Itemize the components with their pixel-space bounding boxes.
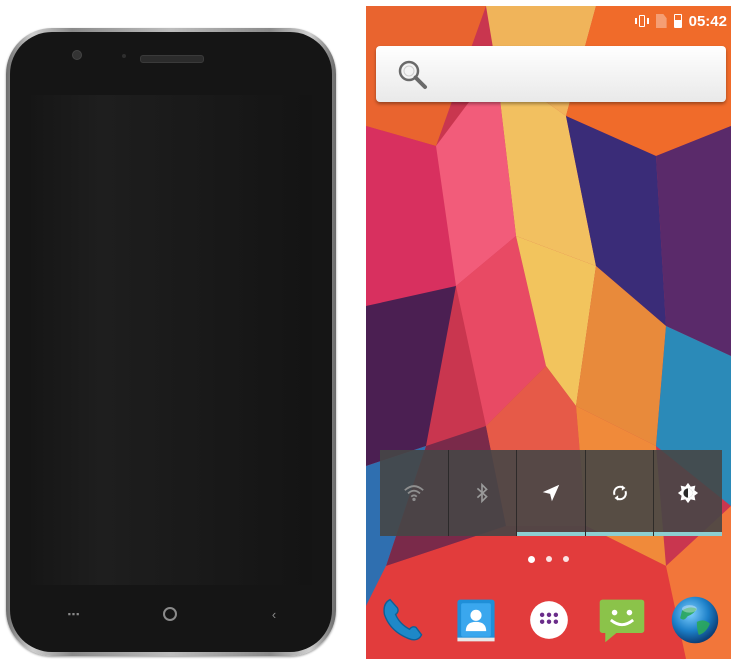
- back-key[interactable]: ‹: [262, 606, 286, 622]
- brightness-enabled-indicator: [654, 532, 722, 536]
- status-clock: 05:42: [688, 12, 727, 30]
- phone-app[interactable]: [375, 592, 431, 648]
- battery-icon: [673, 14, 682, 28]
- android-home-screen: 05:42: [366, 6, 731, 659]
- proximity-sensor: [122, 54, 126, 58]
- no-sim-icon: [655, 14, 667, 28]
- sync-icon: [612, 485, 627, 501]
- contacts-icon: [456, 599, 495, 642]
- wifi-toggle[interactable]: [380, 450, 449, 536]
- menu-key[interactable]: ▪▪▪: [62, 606, 86, 622]
- page-dot: [563, 556, 569, 562]
- messaging-icon: [599, 599, 644, 643]
- bluetooth-toggle[interactable]: [449, 450, 518, 536]
- quick-settings-widget: [380, 450, 722, 536]
- page-dot: [546, 556, 552, 562]
- contacts-app[interactable]: [448, 592, 504, 648]
- page-dot: [528, 556, 535, 563]
- brightness-icon: [678, 482, 699, 504]
- phone-screen-off: [31, 95, 312, 585]
- earpiece-speaker: [140, 55, 204, 63]
- messaging-app[interactable]: [594, 592, 650, 648]
- location-icon: [542, 484, 560, 502]
- wifi-icon: [404, 485, 424, 502]
- status-bar: 05:42: [366, 6, 731, 36]
- bluetooth-icon: [477, 482, 489, 504]
- vibrate-icon: [634, 14, 649, 28]
- location-toggle[interactable]: [517, 450, 586, 536]
- search-bar[interactable]: [376, 46, 726, 102]
- app-drawer[interactable]: [521, 592, 577, 648]
- browser-icon: [671, 596, 718, 644]
- brightness-toggle[interactable]: [654, 450, 722, 536]
- home-key[interactable]: [158, 606, 182, 622]
- app-dock: [366, 588, 731, 652]
- browser-app[interactable]: [667, 592, 723, 648]
- phone-bezel: ▪▪▪ ‹: [10, 32, 332, 652]
- page-indicator: [366, 556, 731, 563]
- sync-enabled-indicator: [585, 532, 654, 536]
- search-icon: [398, 60, 427, 89]
- phone-icon: [382, 598, 422, 641]
- front-camera: [72, 50, 82, 60]
- app-drawer-icon: [529, 601, 568, 639]
- sync-toggle[interactable]: [585, 450, 655, 536]
- phone-device: ▪▪▪ ‹: [6, 28, 336, 656]
- location-enabled-indicator: [517, 532, 585, 536]
